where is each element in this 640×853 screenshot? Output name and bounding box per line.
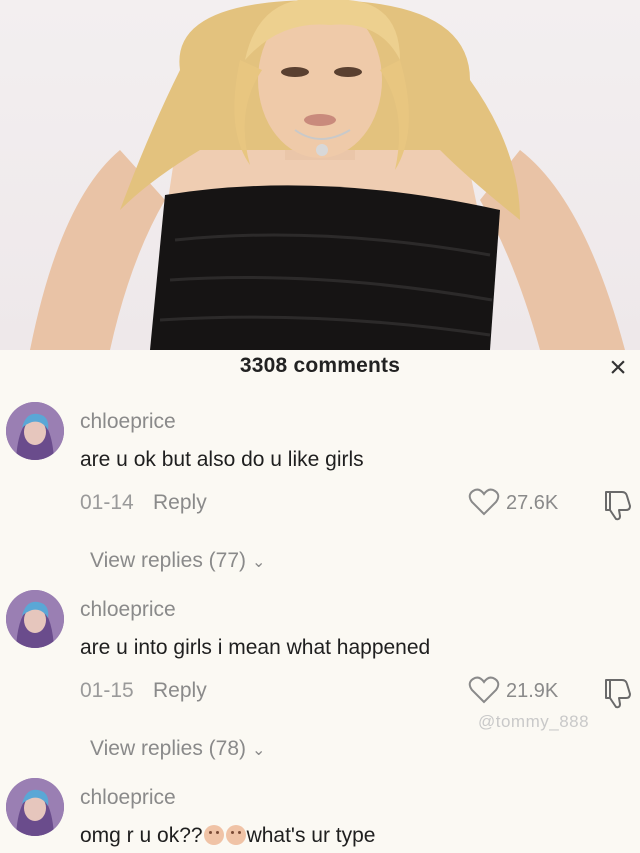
thumbs-down-icon: [605, 491, 631, 521]
like-count: 27.6K: [506, 492, 559, 514]
avatar[interactable]: [6, 778, 64, 836]
comment-text-part: omg r u ok??: [80, 824, 203, 847]
comment-username[interactable]: chloeprice: [80, 410, 176, 434]
like-count: 21.9K: [506, 680, 559, 702]
view-replies-button[interactable]: View replies (77) ⌄: [90, 549, 265, 573]
photo-illustration: [30, 0, 625, 350]
comment-item: chloeprice are u into girls i mean what …: [0, 590, 640, 778]
worried-face-icon: [203, 825, 224, 845]
chevron-down-icon: ⌄: [252, 742, 266, 759]
comment-username[interactable]: chloeprice: [80, 786, 176, 810]
like-button[interactable]: 27.6K: [468, 488, 578, 518]
comments-sheet: 3308 comments × chloeprice are u ok but …: [0, 350, 640, 853]
like-button[interactable]: 21.9K: [468, 676, 578, 706]
dislike-button[interactable]: [600, 676, 634, 710]
comment-text-part: what's ur type: [246, 824, 376, 847]
comment-username[interactable]: chloeprice: [80, 598, 176, 622]
reply-button[interactable]: Reply: [153, 491, 207, 515]
comment-date: 01-15: [80, 679, 134, 702]
watermark: @tommy_888: [478, 712, 590, 731]
avatar[interactable]: [6, 402, 64, 460]
view-replies-button[interactable]: View replies (78) ⌄: [90, 737, 265, 761]
heart-icon: [468, 488, 500, 516]
comment-item: chloeprice omg r u ok?? what's ur type: [0, 778, 640, 853]
comment-date: 01-14: [80, 491, 134, 514]
view-replies-label: View replies (77): [90, 549, 247, 572]
comment-text: are u ok but also do u like girls: [80, 448, 364, 471]
close-button[interactable]: ×: [604, 353, 632, 383]
heart-icon: [468, 676, 500, 704]
comment-item: chloeprice are u ok but also do u like g…: [0, 402, 640, 590]
reply-button[interactable]: Reply: [153, 679, 207, 703]
dislike-button[interactable]: [600, 488, 634, 522]
thumbs-down-icon: [605, 679, 631, 709]
view-replies-label: View replies (78): [90, 737, 247, 760]
comment-text: omg r u ok?? what's ur type: [80, 824, 375, 848]
post-photo: [0, 0, 640, 350]
worried-face-icon: [225, 825, 246, 845]
comments-count: 3308 comments: [239, 354, 401, 377]
avatar[interactable]: [6, 590, 64, 648]
comment-text: are u into girls i mean what happened: [80, 636, 431, 659]
chevron-down-icon: ⌄: [252, 554, 266, 571]
